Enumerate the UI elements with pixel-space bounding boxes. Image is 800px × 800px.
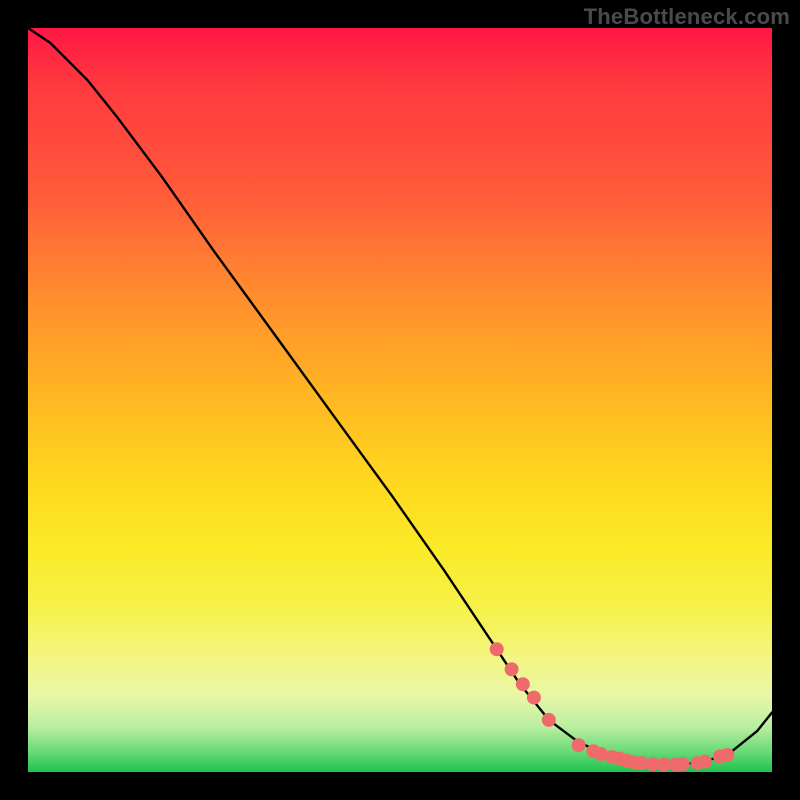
curve-dots-group xyxy=(490,642,735,771)
bottleneck-curve xyxy=(28,28,772,765)
curve-dot xyxy=(572,738,586,752)
curve-layer xyxy=(28,28,772,772)
curve-dot xyxy=(720,748,734,762)
curve-dot xyxy=(676,757,690,771)
curve-dot xyxy=(527,691,541,705)
curve-dot xyxy=(516,677,530,691)
plot-area xyxy=(28,28,772,772)
curve-dot xyxy=(698,755,712,769)
curve-dot xyxy=(542,713,556,727)
curve-dot xyxy=(490,642,504,656)
chart-stage: TheBottleneck.com xyxy=(0,0,800,800)
curve-dot xyxy=(505,662,519,676)
brand-watermark: TheBottleneck.com xyxy=(584,4,790,30)
